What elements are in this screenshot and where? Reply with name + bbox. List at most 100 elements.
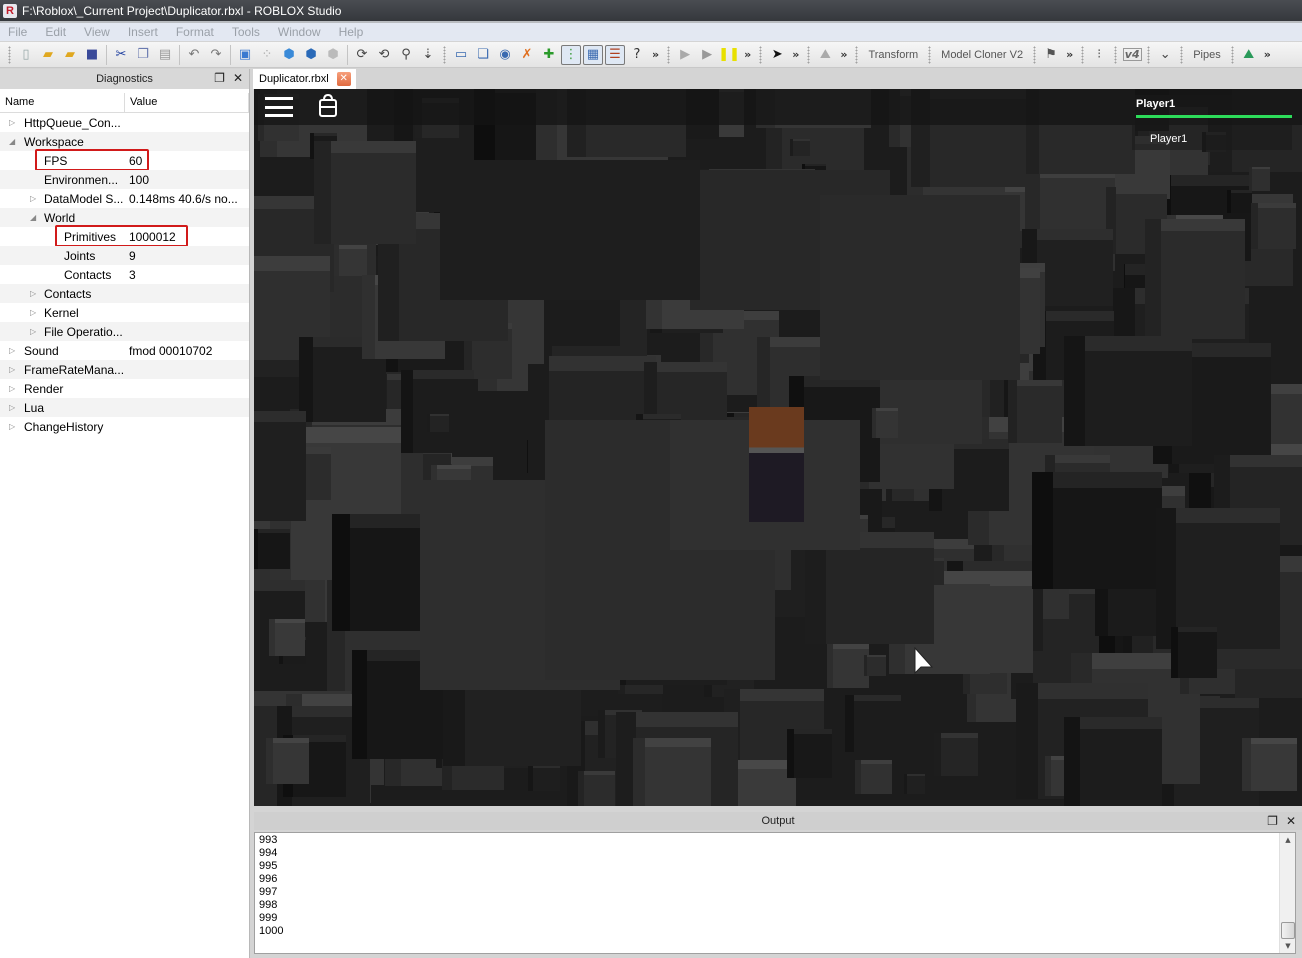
- cascade-windows-button[interactable]: ❏: [473, 45, 493, 65]
- rotate-button[interactable]: ⟳: [352, 45, 372, 65]
- menu-tools[interactable]: Tools: [232, 25, 260, 39]
- open-recent-button[interactable]: ▰: [60, 45, 80, 65]
- tree-row[interactable]: ▷ Sound fmod 00010702: [0, 341, 249, 360]
- tree-row[interactable]: ▷ DataModel S... 0.148ms 40.6/s no...: [0, 189, 249, 208]
- toolbar-grip[interactable]: [1033, 45, 1037, 64]
- collapsed-arrow-icon[interactable]: ▷: [9, 403, 15, 412]
- backpack-icon[interactable]: [318, 94, 338, 118]
- toolbar-grip[interactable]: [1180, 45, 1184, 64]
- new-file-button[interactable]: ▯: [16, 45, 36, 65]
- plugin-v4-button[interactable]: v4: [1122, 45, 1142, 65]
- player-avatar[interactable]: [749, 407, 804, 522]
- menu-edit[interactable]: Edit: [45, 25, 66, 39]
- view-button[interactable]: ◉: [495, 45, 515, 65]
- plugin-cursor-button[interactable]: ⁝: [1089, 45, 1109, 65]
- pause-button[interactable]: ❚❚: [718, 45, 740, 65]
- tools-button[interactable]: ✗: [517, 45, 537, 65]
- output-log[interactable]: 993 994 995 996 997 998 999 1000 ▲ ▼: [254, 832, 1296, 954]
- close-icon[interactable]: ✕: [233, 71, 243, 85]
- menu-format[interactable]: Format: [176, 25, 214, 39]
- plugin-landscape-button[interactable]: ⛰: [1239, 45, 1259, 65]
- cut-button[interactable]: ✂: [111, 45, 131, 65]
- toolbar-grip[interactable]: [1147, 45, 1151, 64]
- save-button[interactable]: ■: [82, 45, 102, 65]
- toolbar-overflow-button[interactable]: »: [1264, 48, 1271, 61]
- output-scrollbar[interactable]: ▲ ▼: [1279, 833, 1295, 953]
- scrollbar-thumb[interactable]: [1281, 922, 1295, 939]
- tree-row[interactable]: Environmen... 100: [0, 170, 249, 189]
- expanded-arrow-icon[interactable]: ◢: [30, 213, 36, 222]
- tree-row[interactable]: ▷ Lua: [0, 398, 249, 417]
- transform-plugin-button[interactable]: Transform: [862, 49, 924, 61]
- toolbar-grip[interactable]: [443, 45, 446, 64]
- properties-toggle[interactable]: ▦: [583, 44, 603, 65]
- run-button[interactable]: ▶: [697, 45, 717, 65]
- toolbar-grip[interactable]: [1114, 45, 1118, 64]
- column-header-value[interactable]: Value: [125, 93, 249, 112]
- toolbar-overflow-button[interactable]: »: [840, 48, 847, 61]
- terrain-button[interactable]: ⛰: [815, 45, 835, 65]
- collapsed-arrow-icon[interactable]: ▷: [30, 327, 36, 336]
- pipes-plugin-button[interactable]: Pipes: [1187, 49, 1227, 61]
- column-header-name[interactable]: Name: [0, 93, 125, 112]
- insert-object-button[interactable]: ✚: [539, 45, 559, 65]
- tree-row[interactable]: ▷ HttpQueue_Con...: [0, 113, 249, 132]
- tree-row[interactable]: Primitives 1000012: [0, 225, 249, 247]
- toolbar-overflow-button[interactable]: »: [1066, 48, 1073, 61]
- toolbar-grip[interactable]: [1081, 45, 1085, 64]
- float-panel-icon[interactable]: ❐: [214, 71, 225, 85]
- union-button[interactable]: ⬢: [279, 45, 299, 65]
- new-window-button[interactable]: ▭: [451, 45, 471, 65]
- tree-row[interactable]: ▷ ChangeHistory: [0, 417, 249, 436]
- negate-button[interactable]: ⬢: [301, 45, 321, 65]
- model-cloner-plugin-button[interactable]: Model Cloner V2: [935, 49, 1029, 61]
- menu-file[interactable]: File: [8, 25, 27, 39]
- toolbar-grip[interactable]: [807, 45, 811, 64]
- ungroup-button[interactable]: ⁘: [257, 45, 277, 65]
- scroll-down-icon[interactable]: ▼: [1280, 939, 1296, 953]
- tree-row[interactable]: ▷ FrameRateMana...: [0, 360, 249, 379]
- float-panel-icon[interactable]: ❐: [1267, 814, 1278, 828]
- explorer-toggle[interactable]: ⋮: [561, 44, 581, 65]
- plugin-flag-button[interactable]: ⚑: [1041, 45, 1061, 65]
- open-file-button[interactable]: ▰: [38, 45, 58, 65]
- paste-button[interactable]: ▤: [155, 45, 175, 65]
- tree-row[interactable]: Contacts 3: [0, 265, 249, 284]
- toolbar-grip[interactable]: [928, 45, 932, 64]
- collapsed-arrow-icon[interactable]: ▷: [9, 422, 15, 431]
- collapsed-arrow-icon[interactable]: ▷: [9, 118, 15, 127]
- collapsed-arrow-icon[interactable]: ▷: [9, 384, 15, 393]
- toolbar-grip[interactable]: [667, 45, 671, 64]
- help-button[interactable]: ?: [627, 45, 647, 65]
- game-viewport[interactable]: Player1 Player1: [254, 89, 1302, 806]
- lock-button[interactable]: ⚲: [396, 45, 416, 65]
- collapsed-arrow-icon[interactable]: ▷: [30, 289, 36, 298]
- expanded-arrow-icon[interactable]: ◢: [9, 137, 15, 146]
- collapsed-arrow-icon[interactable]: ▷: [9, 346, 15, 355]
- plugin-chevron-button[interactable]: ⌄: [1155, 45, 1175, 65]
- toolbar-grip[interactable]: [759, 45, 763, 64]
- toolbar-grip[interactable]: [8, 45, 11, 64]
- menu-help[interactable]: Help: [339, 25, 364, 39]
- player-list-entry[interactable]: Player1: [1150, 133, 1187, 145]
- drop-button[interactable]: ⇣: [418, 45, 438, 65]
- play-solo-button[interactable]: ▶: [675, 45, 695, 65]
- menu-view[interactable]: View: [84, 25, 110, 39]
- document-tab[interactable]: Duplicator.rbxl ✕: [253, 69, 356, 89]
- collapsed-arrow-icon[interactable]: ▷: [9, 365, 15, 374]
- toolbar-overflow-button[interactable]: »: [792, 48, 799, 61]
- menu-insert[interactable]: Insert: [128, 25, 158, 39]
- toolbar-overflow-button[interactable]: »: [744, 48, 751, 61]
- tree-row[interactable]: FPS 60: [0, 149, 249, 171]
- tree-row[interactable]: ▷ Kernel: [0, 303, 249, 322]
- undo-button[interactable]: ↶: [184, 45, 204, 65]
- tilt-button[interactable]: ⟲: [374, 45, 394, 65]
- menu-window[interactable]: Window: [278, 25, 321, 39]
- toolbar-grip[interactable]: [1230, 45, 1234, 64]
- tree-row[interactable]: ▷ Render: [0, 379, 249, 398]
- tree-row[interactable]: ▷ Contacts: [0, 284, 249, 303]
- separate-button[interactable]: ⬢: [323, 45, 343, 65]
- scroll-up-icon[interactable]: ▲: [1280, 833, 1296, 847]
- collapsed-arrow-icon[interactable]: ▷: [30, 308, 36, 317]
- tree-row[interactable]: ▷ File Operatio...: [0, 322, 249, 341]
